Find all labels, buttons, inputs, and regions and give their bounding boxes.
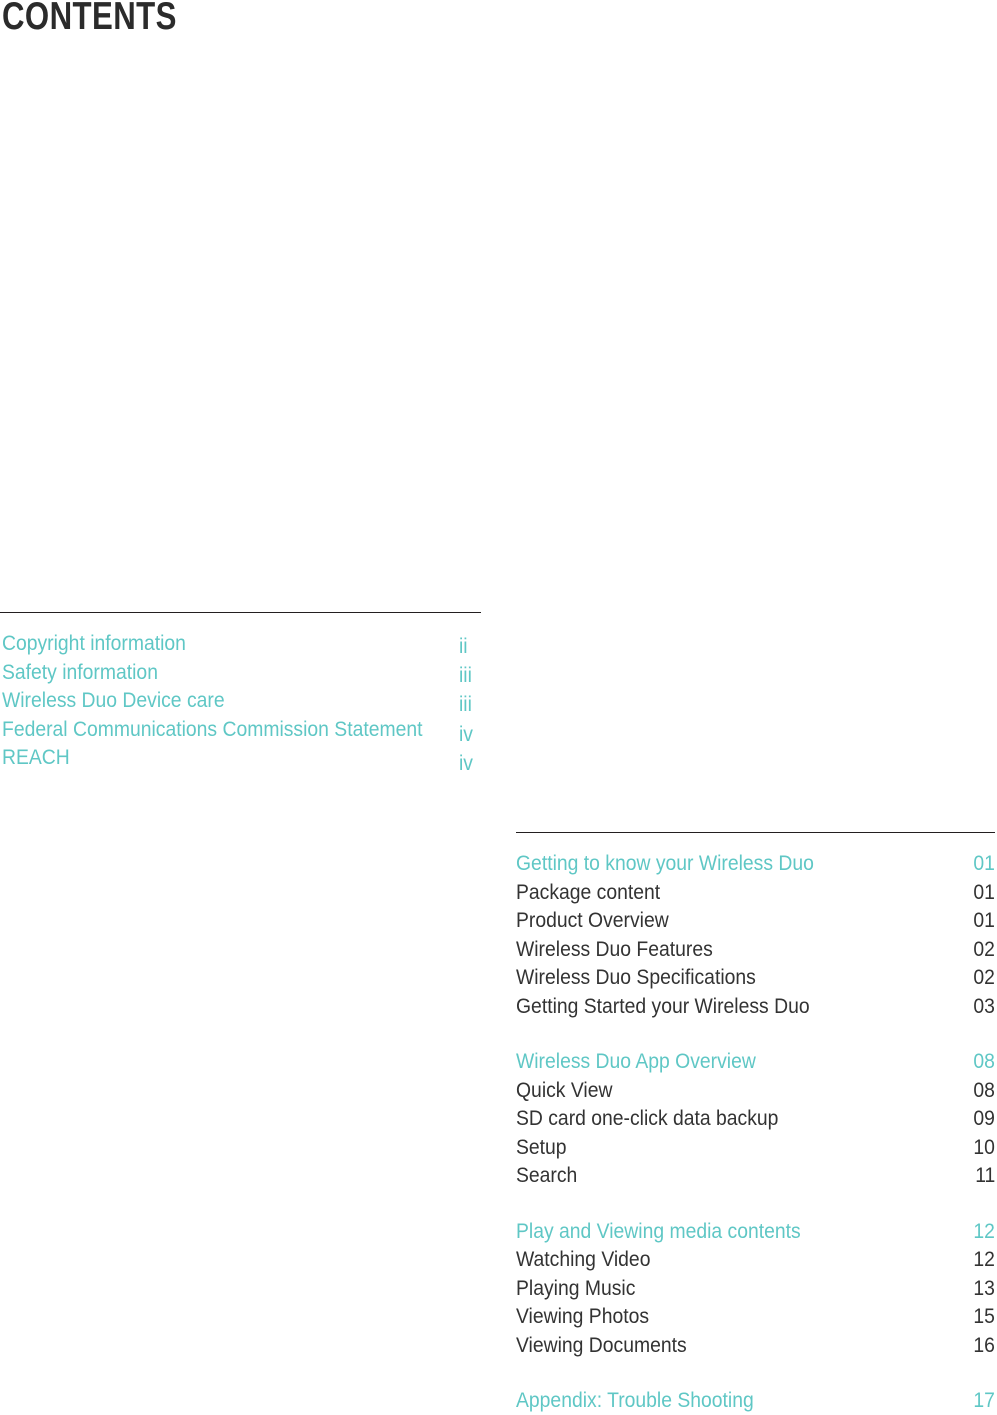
toc-entry-page-number: 08 xyxy=(973,1049,995,1073)
toc-entry-page-number[interactable]: iv xyxy=(459,720,473,749)
toc-entry-row[interactable]: Viewing Documents 16 xyxy=(516,1331,995,1360)
toc-entry-row[interactable]: Playing Music 13 xyxy=(516,1274,995,1303)
toc-entry-row[interactable]: Watching Video 12 xyxy=(516,1245,995,1274)
toc-group: Getting to know your Wireless Duo 01 Packa… xyxy=(516,849,995,1020)
toc-entry-label[interactable]: Safety information xyxy=(2,658,422,687)
toc-group-list: Getting to know your Wireless Duo 01 Packa… xyxy=(516,849,995,1415)
toc-rule-front-matter xyxy=(0,612,481,613)
toc-front-page-column: ii iii iii iv iv xyxy=(459,632,475,778)
toc-entry-label: Quick View xyxy=(516,1077,613,1102)
toc-entry-page-number: 01 xyxy=(973,879,995,904)
toc-entry-label: Viewing Photos xyxy=(516,1304,650,1328)
toc-entry-page-number: 16 xyxy=(973,1332,995,1357)
toc-entry-label[interactable]: REACH xyxy=(2,743,422,772)
toc-entry-label: Viewing Documents xyxy=(516,1332,687,1357)
toc-entry-label: Search xyxy=(516,1163,578,1187)
toc-front-label-column: Copyright information Safety information W… xyxy=(2,629,469,772)
toc-entry-label: Getting Started your Wireless Duo xyxy=(516,993,810,1018)
toc-entry-row[interactable]: Search 11 xyxy=(516,1161,995,1190)
toc-section-heading-row[interactable]: Getting to know your Wireless Duo 01 xyxy=(516,849,995,878)
toc-entry-label: SD card one-click data backup xyxy=(516,1106,779,1130)
toc-section-heading-row[interactable]: Appendix: Trouble Shooting 17 xyxy=(516,1386,995,1415)
toc-entry-label[interactable]: Federal Communications Commission Statem… xyxy=(2,715,422,744)
toc-entry-page-number: 12 xyxy=(973,1247,995,1271)
toc-block-main-matter: Getting to know your Wireless Duo 01 Packa… xyxy=(516,832,995,1415)
toc-entry-page-number[interactable]: iii xyxy=(459,690,473,719)
toc-entry-page-number: 17 xyxy=(973,1388,995,1412)
toc-entry-page-number: 10 xyxy=(973,1134,995,1159)
toc-entry-page-number[interactable]: iii xyxy=(459,661,473,690)
toc-entry-label[interactable]: Copyright information xyxy=(2,629,422,658)
toc-entry-page-number: 01 xyxy=(973,908,995,932)
toc-entry-label: Package content xyxy=(516,879,661,904)
toc-entry-page-number: 02 xyxy=(973,965,995,989)
toc-entry-row[interactable]: Wireless Duo Specifications 02 xyxy=(516,963,995,992)
toc-entry-page-number: 03 xyxy=(973,993,995,1018)
toc-entry-label: Wireless Duo Specifications xyxy=(516,965,756,989)
toc-entry-label[interactable]: Wireless Duo Device care xyxy=(2,686,422,715)
toc-entry-page-number: 13 xyxy=(973,1275,995,1300)
toc-group: Appendix: Trouble Shooting 17 xyxy=(516,1386,995,1415)
toc-entry-row[interactable]: Product Overview 01 xyxy=(516,906,995,935)
toc-entry-page-number[interactable]: iv xyxy=(459,749,473,778)
toc-entry-row[interactable]: Setup 10 xyxy=(516,1133,995,1162)
toc-entry-page-number: 02 xyxy=(973,936,995,961)
toc-entry-page-number: 12 xyxy=(973,1218,995,1243)
toc-section-heading-row[interactable]: Wireless Duo App Overview 08 xyxy=(516,1047,995,1076)
toc-rule-main-matter xyxy=(516,832,995,833)
toc-entry-page-number: 11 xyxy=(974,1163,995,1187)
toc-entry-row[interactable]: Package content 01 xyxy=(516,878,995,907)
page-title: CONTENTS xyxy=(2,0,177,38)
toc-entry-label: Playing Music xyxy=(516,1275,636,1300)
toc-entry-label: Setup xyxy=(516,1134,567,1159)
toc-section-heading-label: Getting to know your Wireless Duo xyxy=(516,851,814,875)
toc-entry-label: Wireless Duo Features xyxy=(516,936,713,961)
toc-entry-page-number: 15 xyxy=(973,1304,995,1328)
toc-section-heading-label: Wireless Duo App Overview xyxy=(516,1049,756,1073)
toc-entry-row[interactable]: SD card one-click data backup 09 xyxy=(516,1104,995,1133)
toc-section-heading-label: Play and Viewing media contents xyxy=(516,1218,801,1243)
toc-block-front-matter: Copyright information Safety information W… xyxy=(0,612,481,789)
toc-group: Play and Viewing media contents 12 Watchin… xyxy=(516,1217,995,1360)
toc-entry-label: Watching Video xyxy=(516,1247,651,1271)
toc-entry-row[interactable]: Getting Started your Wireless Duo 03 xyxy=(516,992,995,1021)
toc-entry-row[interactable]: Wireless Duo Features 02 xyxy=(516,935,995,964)
toc-section-heading-label: Appendix: Trouble Shooting xyxy=(516,1388,754,1412)
toc-group: Wireless Duo App Overview 08 Quick View 08 S… xyxy=(516,1047,995,1190)
toc-entry-page-number: 01 xyxy=(973,851,995,875)
toc-entry-row[interactable]: Quick View 08 xyxy=(516,1076,995,1105)
toc-entry-page-number[interactable]: ii xyxy=(459,632,473,661)
toc-entry-row[interactable]: Viewing Photos 15 xyxy=(516,1302,995,1331)
toc-section-heading-row[interactable]: Play and Viewing media contents 12 xyxy=(516,1217,995,1246)
toc-entry-page-number: 08 xyxy=(973,1077,995,1102)
toc-entry-page-number: 09 xyxy=(973,1106,995,1130)
toc-entry-label: Product Overview xyxy=(516,908,669,932)
